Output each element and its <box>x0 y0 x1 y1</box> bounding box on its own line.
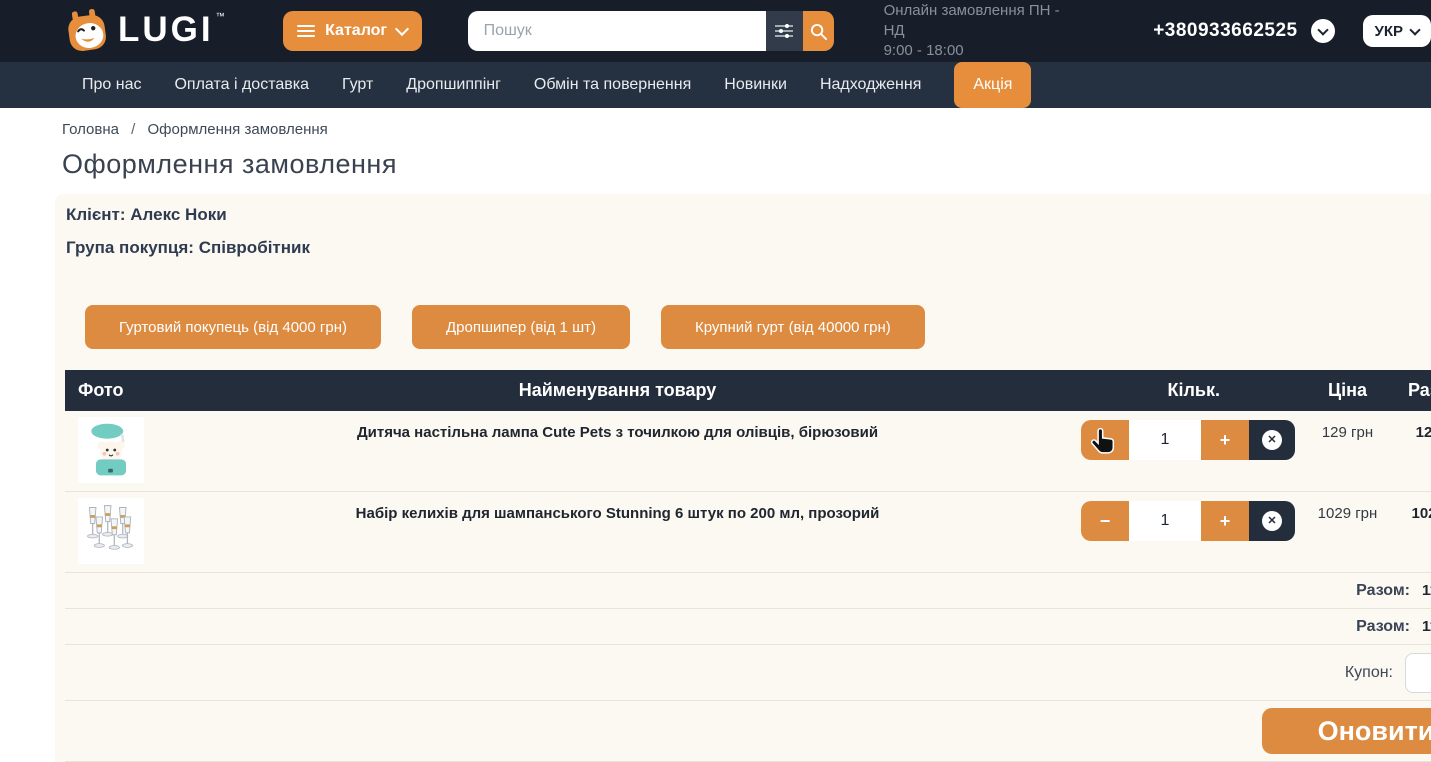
brand-name: LUGI <box>118 7 214 53</box>
coupon-row: Купон: <box>65 645 1431 701</box>
language-selector[interactable]: УКР <box>1363 15 1431 47</box>
page-title: Оформлення замовлення <box>62 149 1431 180</box>
search-bar <box>468 11 834 51</box>
language-label: УКР <box>1375 23 1404 40</box>
coupon-label: Купон: <box>1345 664 1393 682</box>
totals-row: Разом: 1158 грн <box>65 573 1431 609</box>
remove-icon: ✕ <box>1262 511 1282 531</box>
customer-group-buttons: Гуртовий покупець (від 4000 грн) Дропшип… <box>85 305 1431 349</box>
table-row: Набір келихів для шампанського Stunning … <box>65 492 1431 573</box>
breadcrumb-home[interactable]: Головна <box>62 121 119 138</box>
quantity-stepper: − + ✕ <box>1081 420 1295 460</box>
schedule-hours: 9:00 - 18:00 <box>884 41 1084 61</box>
schedule-text: Онлайн замовлення ПН - НД 9:00 - 18:00 <box>884 1 1084 61</box>
search-input[interactable] <box>468 11 766 51</box>
nav-item-about[interactable]: Про нас <box>82 76 141 94</box>
search-icon <box>810 23 827 40</box>
column-header-name: Найменування товару <box>300 380 935 401</box>
top-header: LUGI ™ Каталог Онлайн замовлення ПН - НД… <box>0 0 1431 62</box>
catalog-button-label: Каталог <box>325 22 387 40</box>
qty-input[interactable] <box>1129 420 1201 460</box>
column-header-qty: Кільк. <box>935 380 1300 401</box>
coupon-input[interactable] <box>1405 653 1431 693</box>
nav-item-payment-delivery[interactable]: Оплата і доставка <box>174 76 309 94</box>
nav-item-dropshipping[interactable]: Дропшиппінг <box>406 76 501 94</box>
chevron-down-icon <box>395 22 409 36</box>
item-total: 1029 грн <box>1395 492 1431 522</box>
client-name: Алекс Ноки <box>130 205 226 224</box>
client-label: Клієнт: <box>66 205 126 224</box>
remove-icon: ✕ <box>1262 430 1282 450</box>
nav-item-wholesale[interactable]: Гурт <box>342 76 373 94</box>
remove-item-button[interactable]: ✕ <box>1249 501 1295 541</box>
schedule-days: Онлайн замовлення ПН - НД <box>884 1 1084 41</box>
remove-item-button[interactable]: ✕ <box>1249 420 1295 460</box>
qty-plus-button[interactable]: + <box>1201 501 1249 541</box>
hamburger-icon <box>297 25 315 37</box>
total-label: Разом: <box>1356 618 1410 636</box>
glasses-product-image <box>80 500 142 562</box>
update-row: Оновити <box>65 701 1431 762</box>
nav-item-arrivals[interactable]: Надходження <box>820 76 921 94</box>
group-button-large-wholesale[interactable]: Крупний гурт (від 40000 грн) <box>661 305 925 349</box>
totals-row: Разом: 1158 грн <box>65 609 1431 645</box>
update-cart-button[interactable]: Оновити <box>1262 708 1431 754</box>
nav-item-new[interactable]: Новинки <box>724 76 787 94</box>
catalog-button[interactable]: Каталог <box>283 11 422 51</box>
cart-table: Фото Найменування товару Кільк. Ціна Раз… <box>65 370 1431 762</box>
brand-logo[interactable]: LUGI ™ <box>64 7 225 55</box>
group-label: Група покупця: <box>66 238 194 257</box>
customer-client-line: Клієнт: Алекс Ноки <box>66 205 1431 225</box>
qty-minus-button[interactable]: − <box>1081 501 1129 541</box>
qty-cell: − + ✕ <box>935 411 1300 460</box>
chevron-down-icon <box>1317 24 1328 35</box>
item-price: 1029 грн <box>1300 492 1395 522</box>
breadcrumb-current: Оформлення замовлення <box>148 121 328 138</box>
qty-input[interactable] <box>1129 501 1201 541</box>
group-button-dropshipper[interactable]: Дропшипер (від 1 шт) <box>412 305 630 349</box>
filter-icon <box>775 23 793 39</box>
table-row: Дитяча настільна лампа Cute Pets з точил… <box>65 411 1431 492</box>
nav-promo-button[interactable]: Акція <box>954 62 1031 108</box>
nav-item-returns[interactable]: Обмін та повернення <box>534 76 691 94</box>
phone-number[interactable]: +380933662525 <box>1153 20 1297 42</box>
column-header-photo: Фото <box>65 380 300 401</box>
product-name[interactable]: Дитяча настільна лампа Cute Pets з точил… <box>300 411 935 441</box>
item-total: 129 грн <box>1395 411 1431 441</box>
lamp-product-image <box>80 419 142 481</box>
qty-plus-button[interactable]: + <box>1201 420 1249 460</box>
main-nav: Про нас Оплата і доставка Гурт Дропшиппі… <box>0 62 1431 108</box>
column-header-total: Разом <box>1395 380 1431 401</box>
item-price: 129 грн <box>1300 411 1395 441</box>
brand-trademark: ™ <box>216 11 225 21</box>
group-name: Співробітник <box>199 238 310 257</box>
quantity-stepper: − + ✕ <box>1081 501 1295 541</box>
cart-table-header: Фото Найменування товару Кільк. Ціна Раз… <box>65 370 1431 411</box>
photo-cell <box>65 411 300 483</box>
product-image[interactable] <box>78 417 144 483</box>
checkout-panel: Клієнт: Алекс Ноки Група покупця: Співро… <box>55 194 1431 762</box>
qty-minus-button[interactable]: − <box>1081 420 1129 460</box>
phone-dropdown-button[interactable] <box>1311 19 1335 43</box>
group-button-wholesale[interactable]: Гуртовий покупець (від 4000 грн) <box>85 305 381 349</box>
customer-info: Клієнт: Алекс Ноки Група покупця: Співро… <box>66 205 1431 258</box>
product-name[interactable]: Набір келихів для шампанського Stunning … <box>300 492 935 522</box>
column-header-price: Ціна <box>1300 380 1395 401</box>
filter-button[interactable] <box>766 11 803 51</box>
photo-cell <box>65 492 300 564</box>
breadcrumb: Головна / Оформлення замовлення <box>0 108 1431 138</box>
total-label: Разом: <box>1356 582 1410 600</box>
breadcrumb-separator: / <box>131 121 135 138</box>
qty-cell: − + ✕ <box>935 492 1300 541</box>
chevron-down-icon <box>1409 24 1420 35</box>
search-button[interactable] <box>803 11 834 51</box>
total-value: 1158 грн <box>1422 582 1431 599</box>
product-image[interactable] <box>78 498 144 564</box>
brand-mascot-icon <box>64 9 110 55</box>
total-value: 1158 грн <box>1422 618 1431 635</box>
customer-group-line: Група покупця: Співробітник <box>66 238 1431 258</box>
